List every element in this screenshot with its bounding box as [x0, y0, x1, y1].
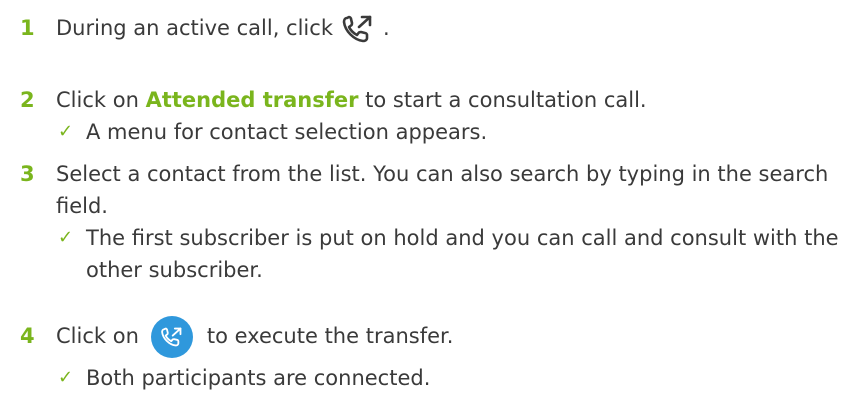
result-text: A menu for contact selection appears.: [86, 120, 488, 144]
step-result: ✓ The first subscriber is put on hold an…: [20, 222, 866, 286]
step-text: Click on to execute the transfer.: [56, 314, 866, 358]
step-text-before: Click on: [56, 88, 139, 112]
step-text-after: to start a consultation call.: [365, 88, 647, 112]
step-2: 2 Click on Attended transfer to start a …: [20, 84, 866, 148]
step-3: 3 Select a contact from the list. You ca…: [20, 158, 866, 286]
step-number: 4: [20, 324, 35, 348]
check-icon: ✓: [58, 367, 74, 388]
step-number: 1: [20, 16, 35, 40]
result-text: Both participants are connected.: [86, 366, 431, 390]
step-text-before: Click on: [56, 324, 139, 348]
step-text-before: During an active call, click: [56, 16, 333, 40]
step-text-after: .: [382, 16, 390, 40]
check-icon: ✓: [58, 121, 74, 142]
attended-transfer-link[interactable]: Attended transfer: [146, 88, 359, 112]
step-number: 2: [20, 88, 35, 112]
check-icon: ✓: [58, 227, 74, 248]
call-transfer-icon: [341, 14, 375, 44]
step-1: 1 During an active call, click .: [20, 12, 866, 44]
step-text: During an active call, click .: [56, 12, 866, 44]
step-result: ✓ Both participants are connected.: [20, 362, 866, 394]
step-text-after: to execute the transfer.: [206, 324, 454, 348]
step-text: Select a contact from the list. You can …: [56, 162, 829, 218]
step-4: 4 Click on to execute the transfer. ✓ Bo…: [20, 314, 866, 394]
step-result: ✓ A menu for contact selection appears.: [20, 116, 866, 148]
step-number: 3: [20, 162, 35, 186]
step-text: Click on Attended transfer to start a co…: [56, 84, 866, 116]
call-transfer-button-icon: [150, 316, 193, 358]
result-text: The first subscriber is put on hold and …: [86, 226, 839, 282]
